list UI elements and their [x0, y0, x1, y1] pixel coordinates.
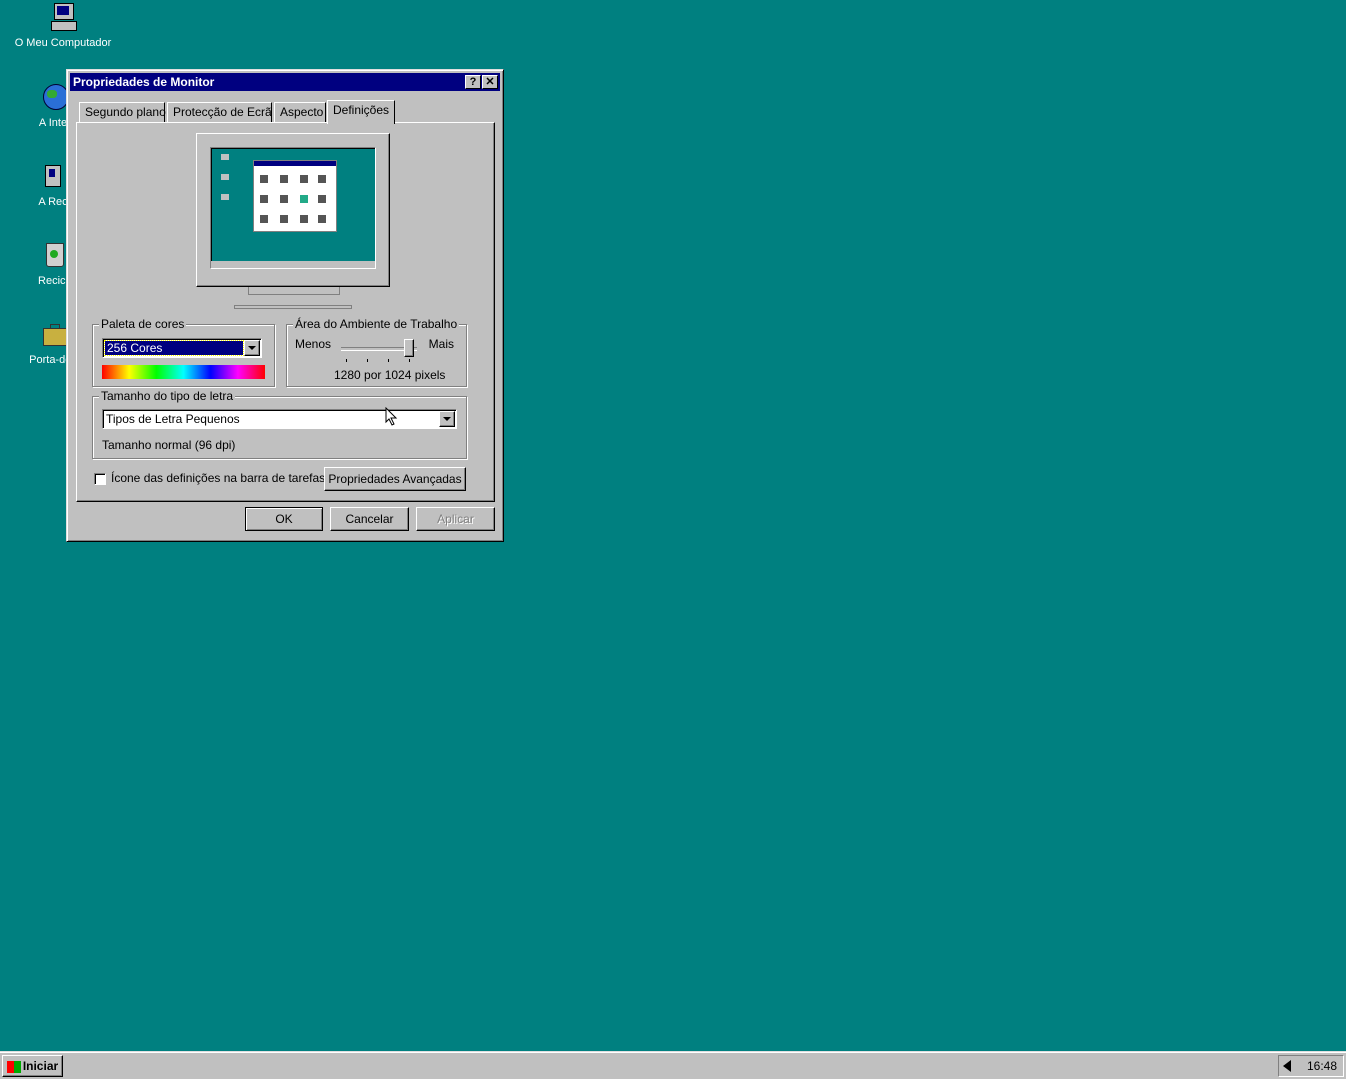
resolution-label: 1280 por 1024 pixels — [334, 368, 446, 382]
font-size-description: Tamanho normal (96 dpi) — [102, 438, 236, 452]
tab-background[interactable]: Segundo plano — [79, 102, 166, 122]
system-tray: 16:48 — [1278, 1055, 1344, 1077]
font-size-group: Tamanho do tipo de letra Tipos de Letra … — [92, 389, 467, 459]
close-button[interactable]: ✕ — [482, 75, 498, 89]
color-spectrum-bar — [102, 365, 265, 379]
desktop-icon-my-computer[interactable]: O Meu Computador — [0, 2, 128, 49]
slider-tick — [409, 359, 410, 362]
font-size-legend: Tamanho do tipo de letra — [99, 389, 236, 403]
desktop-area-group: Área do Ambiente de Trabalho Menos Mais … — [286, 317, 467, 387]
mouse-cursor-icon — [385, 407, 398, 426]
font-size-select[interactable]: Tipos de Letra Pequenos — [102, 409, 457, 429]
windows-logo-icon — [6, 1060, 21, 1073]
color-palette-group: Paleta de cores 256 Cores — [92, 317, 275, 387]
tab-screen-saver[interactable]: Protecção de Ecrã — [167, 102, 272, 122]
more-label: Mais — [428, 337, 454, 351]
slider-tick — [367, 359, 368, 362]
tab-settings[interactable]: Definições — [327, 100, 395, 124]
preview-window — [253, 160, 337, 232]
taskbar-icon-checkbox-label[interactable]: Ícone das definições na barra de tarefas — [111, 471, 325, 485]
start-label: Iniciar — [22, 1059, 59, 1073]
preview-desktop-icon — [221, 174, 229, 180]
clock[interactable]: 16:48 — [1307, 1059, 1337, 1073]
tab-label: Aspecto — [280, 105, 324, 119]
taskbar-icon-checkbox[interactable] — [94, 473, 106, 485]
tab-appearance[interactable]: Aspecto — [274, 102, 326, 122]
title-bar[interactable]: Propriedades de Monitor ? ✕ — [70, 73, 500, 91]
dropdown-arrow-icon[interactable] — [439, 411, 455, 427]
help-button[interactable]: ? — [465, 75, 481, 89]
slider-tick — [388, 359, 389, 362]
resolution-slider[interactable] — [341, 339, 417, 362]
slider-thumb[interactable] — [404, 339, 414, 357]
font-size-value: Tipos de Letra Pequenos — [106, 412, 240, 426]
computer-icon — [47, 2, 79, 34]
window-title: Propriedades de Monitor — [73, 75, 215, 89]
apply-button[interactable]: Aplicar — [416, 507, 495, 531]
monitor-base — [234, 305, 352, 309]
recycle-bin-icon — [37, 240, 69, 272]
desktop-area-legend: Área do Ambiente de Trabalho — [293, 317, 460, 331]
less-label: Menos — [295, 337, 332, 351]
dropdown-arrow-icon[interactable] — [244, 340, 260, 356]
monitor-screen — [210, 147, 376, 269]
settings-panel: Paleta de cores 256 Cores Área do Ambien… — [76, 122, 495, 502]
color-palette-select[interactable]: 256 Cores — [102, 338, 262, 358]
color-palette-legend: Paleta de cores — [99, 317, 187, 331]
display-properties-window[interactable]: Propriedades de Monitor ? ✕ Segundo plan… — [66, 69, 504, 542]
taskbar: Iniciar 16:48 — [0, 1051, 1346, 1079]
speaker-icon[interactable] — [1283, 1060, 1291, 1072]
internet-icon — [37, 82, 69, 114]
network-icon — [37, 161, 69, 193]
preview-desktop-icon — [221, 154, 229, 160]
tab-label: Segundo plano — [85, 105, 166, 119]
preview-desktop-icon — [221, 194, 229, 200]
color-palette-value: 256 Cores — [104, 340, 244, 356]
preview-taskbar — [211, 261, 375, 268]
desktop-icon-label: O Meu Computador — [14, 37, 112, 49]
tab-label: Protecção de Ecrã — [173, 105, 272, 119]
start-button[interactable]: Iniciar — [2, 1055, 63, 1077]
briefcase-icon — [37, 319, 69, 351]
slider-tick — [346, 359, 347, 362]
monitor-stand — [248, 287, 340, 295]
tab-label: Definições — [333, 103, 390, 117]
advanced-properties-button[interactable]: Propriedades Avançadas — [324, 467, 466, 491]
monitor-preview — [196, 133, 390, 309]
ok-button[interactable]: OK — [245, 507, 323, 531]
cancel-button[interactable]: Cancelar — [330, 507, 409, 531]
